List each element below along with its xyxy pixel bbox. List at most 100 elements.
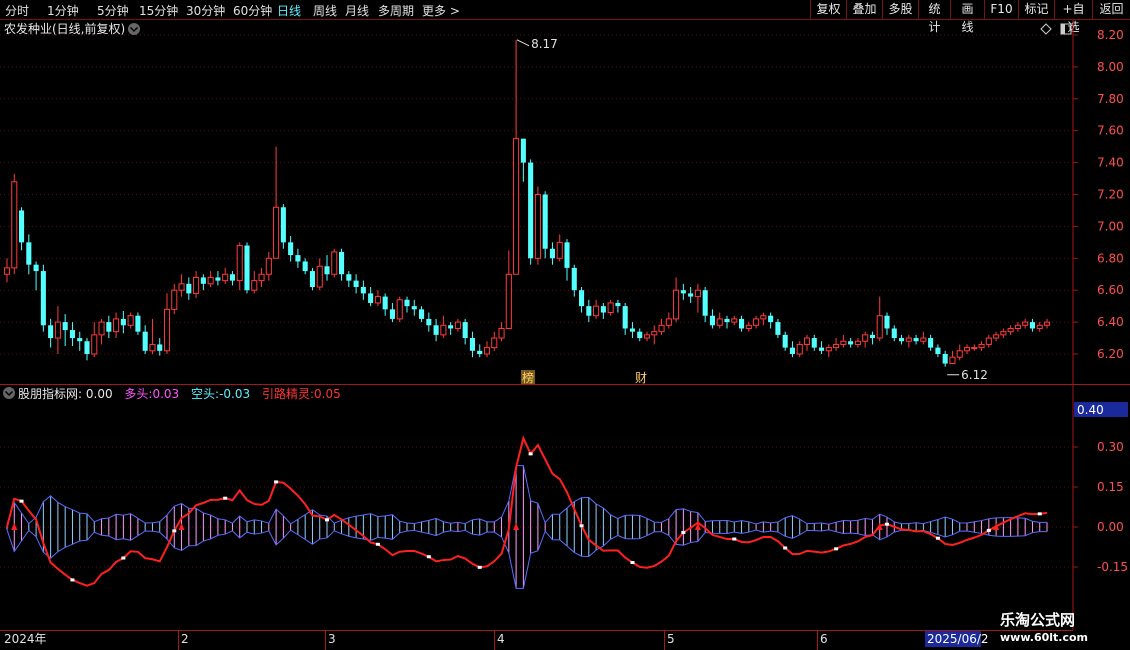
bang-marker[interactable]: 榜 (522, 370, 534, 385)
candle (622, 302, 628, 335)
candle (985, 334, 992, 348)
candle (222, 267, 229, 284)
candle (905, 334, 912, 348)
indicator-current-value: 0.40 (1077, 403, 1104, 417)
indicator-legend: 股朋指标网: 0.00 多头:0.03 空头:-0.03 引路精灵:0.05 (18, 386, 341, 401)
bull-envelope-line (6, 465, 1048, 525)
candle (593, 299, 600, 319)
price-tick-label: 7.40 (1097, 156, 1124, 170)
watermark-url: www.60lt.com (1000, 631, 1089, 644)
candle (163, 293, 171, 354)
guide-marker (630, 560, 635, 564)
diamond-icon[interactable] (1040, 23, 1052, 35)
candle (411, 299, 417, 316)
candle (928, 334, 934, 351)
add-watchlist-button[interactable]: +自选 (1054, 0, 1092, 34)
candle (346, 271, 352, 288)
candle (374, 290, 381, 307)
candle (665, 312, 672, 329)
stats-button[interactable]: 统计 (918, 0, 950, 34)
candle (753, 315, 760, 329)
price-annotations: 8.17 6.12 榜 财 (516, 37, 988, 385)
candle (331, 248, 338, 278)
period-tab-monthly[interactable]: 月线 (345, 2, 369, 19)
candle (1043, 318, 1051, 329)
guide-marker (121, 556, 126, 560)
price-tick-label: 7.20 (1097, 188, 1124, 202)
period-tab-30min[interactable]: 30分钟 (186, 2, 225, 19)
period-tab-weekly[interactable]: 周线 (313, 2, 337, 19)
chevron-down-icon[interactable] (128, 23, 140, 35)
f10-button[interactable]: F10 (984, 0, 1018, 19)
multi-stock-button[interactable]: 多股 (882, 0, 918, 19)
candle (694, 283, 701, 313)
period-tab-multi[interactable]: 多周期 (378, 2, 414, 19)
candle (709, 309, 715, 329)
period-tab-5min[interactable]: 5分钟 (97, 2, 129, 19)
candle (396, 296, 403, 323)
candle (339, 248, 345, 281)
candle (534, 186, 541, 265)
period-tab-1min[interactable]: 1分钟 (47, 2, 79, 19)
candle (1014, 322, 1021, 332)
guide-value: 0.05 (314, 387, 341, 401)
candle (448, 322, 454, 335)
candle (483, 341, 491, 358)
candle (833, 338, 840, 351)
candle (956, 344, 963, 361)
chevron-down-icon[interactable] (3, 387, 15, 399)
overlay-button[interactable]: 叠加 (846, 0, 882, 19)
candle (251, 271, 258, 294)
guide-marker (70, 578, 75, 582)
draw-line-button[interactable]: 画线 (950, 0, 984, 34)
back-button[interactable]: 返回 (1092, 0, 1130, 19)
candle (316, 258, 323, 291)
candle (963, 344, 971, 354)
candle (716, 312, 723, 329)
guide-marker (783, 546, 788, 550)
candle (69, 322, 75, 347)
indicator-name: 股朋指标网 (18, 386, 78, 401)
finance-marker[interactable]: 财 (635, 371, 647, 385)
candle (288, 235, 294, 262)
guide-marker (885, 522, 889, 526)
candle (607, 299, 614, 316)
more-periods-button[interactable]: 更多 > (422, 2, 460, 19)
guide-marker (375, 542, 380, 546)
candle (615, 299, 621, 313)
period-tab-daily[interactable]: 日线 (277, 2, 301, 19)
guide-marker (935, 536, 940, 540)
candle (942, 350, 948, 367)
period-tab-15min[interactable]: 15分钟 (139, 2, 178, 19)
candle (440, 315, 447, 339)
candle (549, 242, 555, 265)
bear-label: 空头: (191, 387, 219, 401)
candle (19, 207, 25, 251)
high-price-label: 8.17 (531, 37, 558, 51)
candle (556, 234, 563, 262)
window-toggle-icon[interactable] (1060, 23, 1072, 35)
guide-marker (834, 547, 839, 551)
guide-marker (579, 524, 584, 528)
candle (637, 328, 643, 342)
candle (280, 204, 286, 249)
mark-button[interactable]: 标记 (1018, 0, 1054, 19)
period-tab-60min[interactable]: 60分钟 (233, 2, 272, 19)
time-label-may: 5 (667, 632, 675, 646)
candle (702, 287, 708, 323)
adjust-button[interactable]: 复权 (810, 0, 846, 19)
candle (803, 334, 811, 351)
stock-chart[interactable]: 8.20 8.00 7.80 7.60 7.40 7.20 7.00 6.80 6.60 6.40… (0, 20, 1130, 650)
candle (193, 271, 200, 299)
candle (215, 271, 221, 286)
candle (360, 280, 366, 300)
candle (993, 331, 1000, 342)
period-tab-timeshare[interactable]: 分时 (5, 2, 29, 19)
candle (825, 344, 832, 358)
price-tick-label: 6.60 (1097, 283, 1124, 297)
candlestick-series (3, 39, 1051, 367)
candle (404, 296, 410, 313)
price-tick-label: 7.80 (1097, 92, 1124, 106)
candle (462, 318, 468, 345)
candle (477, 344, 483, 358)
